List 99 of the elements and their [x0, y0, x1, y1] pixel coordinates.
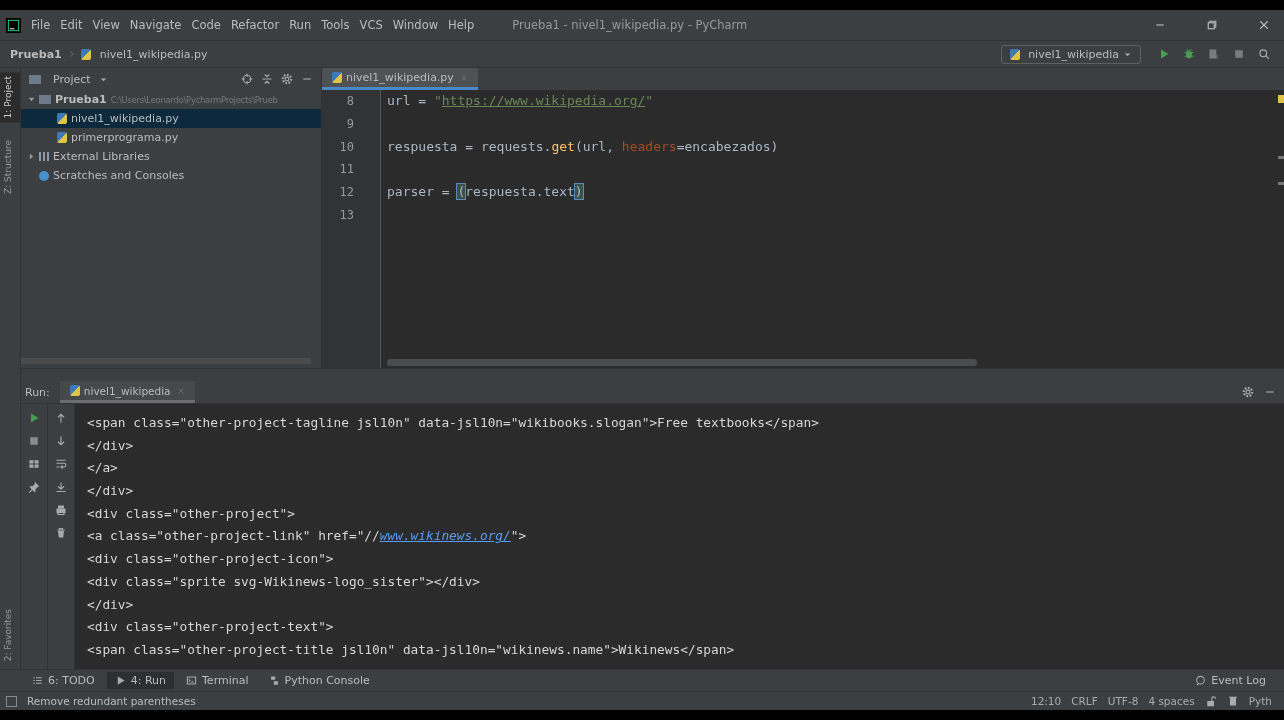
restore-icon[interactable]: [1206, 19, 1218, 31]
tool-tab[interactable]: Python Console: [260, 672, 378, 689]
console-line: <div class="sprite svg-Wikinews-logo_sister"></div>: [87, 572, 480, 591]
run-tab[interactable]: nivel1_wikipedia: [59, 381, 195, 403]
console-line: <a class="other-project-link" href="//www.wikinews.org/">: [87, 527, 527, 546]
list-icon: [32, 675, 43, 686]
settings-icon[interactable]: [281, 73, 293, 85]
status-message: Remove redundant parentheses: [27, 695, 196, 707]
rerun-icon[interactable]: [28, 412, 40, 424]
menu-item[interactable]: View: [92, 18, 120, 32]
breadcrumb[interactable]: nivel1_wikipedia.py: [99, 47, 208, 61]
panel-title[interactable]: Project: [53, 72, 91, 86]
tool-window-tab[interactable]: 1: Project: [0, 72, 20, 123]
status-item[interactable]: 12:10: [1030, 695, 1062, 707]
line-number: 9: [345, 115, 355, 133]
menu-item[interactable]: Code: [191, 18, 221, 32]
close-icon[interactable]: [1258, 19, 1270, 31]
settings-icon[interactable]: [1242, 386, 1254, 398]
status-icon: [6, 695, 17, 707]
status-item[interactable]: 4 spaces: [1148, 695, 1195, 707]
status-item[interactable]: UTF-8: [1107, 695, 1139, 707]
expand-arrow-icon[interactable]: [27, 95, 36, 104]
event-log-button[interactable]: Event Log: [1187, 672, 1274, 689]
console-line: <div class="other-project-text">: [87, 618, 334, 637]
code-line: url = "https://www.wikipedia.org/": [387, 93, 654, 108]
python-file-icon: [57, 132, 67, 143]
coverage-icon[interactable]: [1208, 48, 1220, 60]
app-logo-icon: [6, 17, 21, 33]
console-line: </div>: [87, 482, 134, 501]
layout-icon[interactable]: [28, 458, 40, 470]
tool-window-tab[interactable]: 2: Favorites: [0, 604, 20, 665]
menu-item[interactable]: Tools: [321, 18, 350, 32]
menu-item[interactable]: Refactor: [230, 18, 280, 32]
collapse-icon[interactable]: [261, 73, 273, 85]
tree-item[interactable]: External Libraries: [21, 147, 321, 166]
line-number: 11: [338, 161, 355, 179]
terminal-icon: [186, 675, 197, 686]
stop-icon[interactable]: [1233, 48, 1245, 60]
menu-item[interactable]: Help: [448, 18, 475, 32]
soft-wrap-icon[interactable]: [55, 458, 67, 470]
run-icon[interactable]: [1158, 48, 1170, 60]
menu-item[interactable]: File: [31, 18, 51, 32]
warning-marker[interactable]: [1278, 95, 1284, 103]
breadcrumb[interactable]: Prueba1: [10, 47, 62, 61]
line-number: 10: [338, 138, 355, 156]
scrollbar[interactable]: [387, 359, 977, 366]
line-number: 12: [338, 184, 355, 202]
python-file-icon: [80, 48, 91, 60]
menu-item[interactable]: Window: [392, 18, 439, 32]
menu-item[interactable]: VCS: [359, 18, 383, 32]
expand-arrow-icon[interactable]: [27, 152, 36, 161]
pin-icon[interactable]: [28, 481, 40, 493]
console-line: <div class="other-project">: [87, 504, 296, 523]
debug-icon[interactable]: [1183, 48, 1195, 60]
status-item[interactable]: CRLF: [1071, 695, 1098, 707]
search-icon[interactable]: [1258, 48, 1270, 60]
tree-item[interactable]: primerprograma.py: [21, 128, 321, 147]
trash-icon[interactable]: [55, 527, 67, 539]
console-line: <span class="other-project-title jsl10n" data-jsl10n="wikinews.name">Wikinews</span>: [87, 640, 735, 659]
scroll-to-end-icon[interactable]: [55, 481, 67, 493]
tool-tab[interactable]: 4: Run: [106, 672, 174, 689]
tool-tab[interactable]: 6: TODO: [24, 672, 103, 689]
locate-icon[interactable]: [241, 73, 253, 85]
menu-item[interactable]: Navigate: [129, 18, 182, 32]
tree-item[interactable]: Scratches and Consoles: [21, 166, 321, 185]
tool-window-tab[interactable]: Z: Structure: [0, 136, 20, 199]
console-line: <span class="other-project-tagline jsl10n" data-jsl10n="wikibooks.slogan">Free textbooks</span>: [87, 414, 819, 432]
stop-icon[interactable]: [28, 435, 40, 447]
code-line: respuesta = requests.get(url, headers=encabezados): [387, 138, 779, 154]
console-line: </div>: [87, 595, 134, 614]
down-arrow-icon[interactable]: [55, 435, 67, 447]
panel-title: Run:: [25, 385, 50, 399]
scrollbar[interactable]: [21, 358, 311, 364]
run-config-dropdown[interactable]: nivel1_wikipedia: [1001, 44, 1141, 64]
code-line: parser = (respuesta.text): [387, 184, 583, 200]
python-console-icon: [268, 675, 280, 686]
line-number: 8: [345, 93, 355, 110]
menu-item[interactable]: Run: [289, 18, 312, 32]
console-line: </div>: [87, 436, 134, 455]
interpreter-label[interactable]: Pyth: [1248, 695, 1272, 707]
lock-icon[interactable]: [1204, 695, 1217, 707]
folder-icon: [39, 95, 51, 104]
folder-icon: [29, 74, 41, 84]
editor-tab[interactable]: nivel1_wikipedia.py: [322, 68, 478, 90]
window-title: Prueba1 - nivel1_wikipedia.py - PyCharm: [512, 18, 748, 32]
print-icon[interactable]: [55, 504, 67, 516]
library-icon: [39, 152, 49, 161]
scratch-icon: [39, 170, 49, 181]
console-line: <div class="other-project-icon">: [87, 550, 334, 569]
speech-bubble-icon: [1195, 675, 1207, 686]
link[interactable]: www.wikinews.org/: [379, 528, 511, 544]
menu-item[interactable]: Edit: [60, 18, 83, 32]
tool-tab[interactable]: Terminal: [178, 672, 257, 689]
python-file-icon: [57, 113, 67, 124]
console-line: </a>: [87, 459, 118, 478]
up-arrow-icon[interactable]: [55, 412, 67, 424]
tree-item[interactable]: Prueba1 C:\Users\Leonardo\PycharmProjects\Prueb: [21, 90, 321, 109]
tree-item[interactable]: nivel1_wikipedia.py: [21, 109, 321, 128]
line-number: 13: [338, 207, 355, 224]
